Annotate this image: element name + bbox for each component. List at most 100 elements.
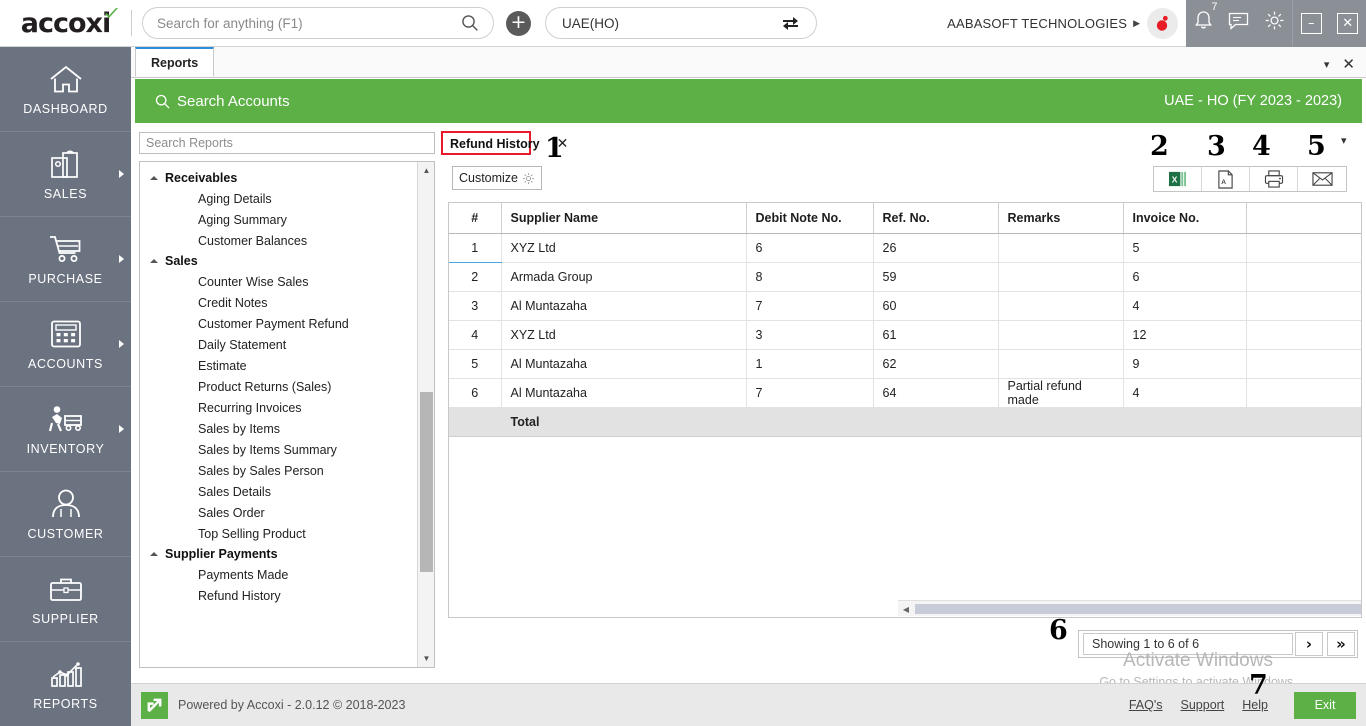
table-header-row: # Supplier Name Debit Note No. Ref. No. Rema… (449, 203, 1361, 234)
column-header-[interactable]: # (449, 203, 502, 234)
briefcase-icon (49, 572, 83, 606)
sidebar-item-customer[interactable]: CUSTOMER (0, 472, 131, 557)
sidebar-item-reports[interactable]: REPORTS (0, 642, 131, 726)
shopping-bag-icon (50, 147, 81, 181)
tab-reports[interactable]: Reports (135, 47, 215, 77)
report-group-supplier-payments[interactable]: Supplier Payments (140, 544, 416, 564)
warehouse-worker-icon (48, 402, 84, 436)
report-item-product-returns-sales[interactable]: Product Returns (Sales) (140, 376, 416, 397)
close-report-tab-button[interactable]: ✕ (557, 135, 569, 152)
sidebar-item-supplier[interactable]: SUPPLIER (0, 557, 131, 642)
scroll-up-icon[interactable]: ▲ (418, 162, 434, 179)
close-window-button[interactable]: ✕ (1337, 12, 1359, 34)
scrollbar-thumb[interactable] (420, 392, 433, 572)
report-item-sales-details[interactable]: Sales Details (140, 481, 416, 502)
cell-total-label: Total (501, 407, 747, 437)
report-item-counter-wise-sales[interactable]: Counter Wise Sales (140, 271, 416, 292)
report-item-sales-by-items[interactable]: Sales by Items (140, 418, 416, 439)
report-item-credit-notes[interactable]: Credit Notes (140, 292, 416, 313)
cell-row-number: 5 (449, 349, 502, 379)
close-icon[interactable]: ✕ (1342, 57, 1355, 72)
exit-button[interactable]: Exit (1294, 691, 1356, 719)
report-item-refund-history[interactable]: Refund History (140, 585, 416, 606)
column-header-invoice-no[interactable]: Invoice No. (1123, 203, 1247, 234)
branch-selector[interactable]: UAE(HO) (545, 7, 817, 39)
scroll-down-icon[interactable]: ▼ (418, 650, 434, 667)
report-search[interactable] (139, 132, 435, 154)
notifications-button[interactable]: 7 (1194, 1, 1218, 36)
chevron-right-icon (119, 425, 124, 433)
sidebar-item-sales[interactable]: SALES (0, 132, 131, 217)
report-item-payments-made[interactable]: Payments Made (140, 564, 416, 585)
report-tree-list: Receivables Aging Details Aging Summary Cus… (140, 162, 416, 667)
gear-icon[interactable] (1264, 10, 1285, 31)
cart-icon (49, 232, 83, 266)
report-item-customer-payment-refund[interactable]: Customer Payment Refund (140, 313, 416, 334)
report-item-daily-statement[interactable]: Daily Statement (140, 334, 416, 355)
settings-button[interactable] (1264, 10, 1285, 36)
report-item-top-selling-product[interactable]: Top Selling Product (140, 523, 416, 544)
table-row[interactable]: 3Al Muntazaha760 412,000.00 (449, 291, 1361, 321)
report-item-sales-by-sales-person[interactable]: Sales by Sales Person (140, 460, 416, 481)
excel-export-button[interactable]: X (1154, 167, 1202, 191)
sidebar-item-dashboard[interactable]: DASHBOARD (0, 47, 131, 132)
footer-bar: Powered by Accoxi - 2.0.12 © 2018-2023 F… (131, 683, 1366, 726)
last-page-button[interactable]: » (1327, 632, 1355, 656)
cell-debit-note-no: 7 (746, 291, 874, 321)
switch-icon[interactable] (781, 15, 800, 32)
search-icon[interactable] (461, 14, 479, 32)
add-new-button[interactable]: + (506, 10, 531, 36)
sidebar-item-accounts[interactable]: ACCOUNTS (0, 302, 131, 387)
report-item-recurring-invoices[interactable]: Recurring Invoices (140, 397, 416, 418)
report-tree-scrollbar[interactable]: ▲ ▼ (417, 162, 434, 667)
support-link[interactable]: Support (1181, 698, 1225, 712)
report-search-input[interactable] (146, 136, 428, 150)
cell-ref-no: 64 (873, 378, 999, 408)
column-header-ref-no[interactable]: Ref. No. (873, 203, 999, 234)
help-link[interactable]: Help (1242, 698, 1268, 712)
minimize-button[interactable]: – (1300, 12, 1322, 34)
chevron-down-icon[interactable]: ▾ (1324, 58, 1330, 71)
calculator-icon (50, 317, 82, 351)
message-icon[interactable] (1228, 11, 1249, 30)
company-menu[interactable]: AABASOFT TECHNOLOGIES ▶ (947, 0, 1186, 47)
table-row[interactable]: 6Al Muntazaha764Partial refund made418,0… (449, 378, 1361, 408)
more-options-caret[interactable]: ▾ (1341, 134, 1347, 147)
cell-supplier-name: XYZ Ltd (501, 320, 747, 350)
column-header-remarks[interactable]: Remarks (998, 203, 1124, 234)
pdf-export-button[interactable]: A (1202, 167, 1250, 191)
hscrollbar-thumb[interactable] (915, 604, 1361, 614)
report-item-customer-balances[interactable]: Customer Balances (140, 230, 416, 251)
customize-button[interactable]: Customize (452, 166, 542, 190)
table-row[interactable]: 5Al Muntazaha162 925,000.00 (449, 349, 1361, 379)
report-item-aging-summary[interactable]: Aging Summary (140, 209, 416, 230)
report-item-aging-details[interactable]: Aging Details (140, 188, 416, 209)
sidebar-item-purchase[interactable]: PURCHASE (0, 217, 131, 302)
pagination-bar: Showing 1 to 6 of 6 › » (1078, 630, 1358, 658)
report-item-sales-order[interactable]: Sales Order (140, 502, 416, 523)
report-item-estimate[interactable]: Estimate (140, 355, 416, 376)
messages-button[interactable] (1228, 11, 1249, 35)
search-input[interactable] (157, 15, 461, 31)
global-search[interactable] (142, 7, 494, 39)
column-header-supplier-name[interactable]: Supplier Name (501, 203, 747, 234)
scroll-left-icon[interactable]: ◀ (898, 601, 914, 617)
faq-link[interactable]: FAQ's (1129, 698, 1163, 712)
column-header-debit-note-no[interactable]: Debit Note No. (746, 203, 874, 234)
open-report-tab[interactable]: Refund History ✕ (443, 133, 568, 154)
report-item-sales-by-items-summary[interactable]: Sales by Items Summary (140, 439, 416, 460)
table-row[interactable]: 4XYZ Ltd361 12200.00 (449, 320, 1361, 350)
email-button[interactable] (1298, 167, 1346, 191)
cell-invoice-no: 12 (1123, 320, 1247, 350)
next-page-button[interactable]: › (1295, 632, 1323, 656)
sidebar-item-inventory[interactable]: INVENTORY (0, 387, 131, 472)
print-button[interactable] (1250, 167, 1298, 191)
avatar[interactable] (1147, 7, 1178, 39)
column-header-amount[interactable]: Amount (1246, 203, 1361, 234)
table-row[interactable]: 1XYZ Ltd626 526,000.00 (449, 233, 1361, 263)
report-group-sales[interactable]: Sales (140, 251, 416, 271)
bell-icon[interactable] (1194, 10, 1213, 31)
report-group-receivables[interactable]: Receivables (140, 168, 416, 188)
table-row[interactable]: 2Armada Group859 644,000.00 (449, 262, 1361, 292)
table-horizontal-scrollbar[interactable]: ◀ ▶ (898, 600, 1361, 617)
